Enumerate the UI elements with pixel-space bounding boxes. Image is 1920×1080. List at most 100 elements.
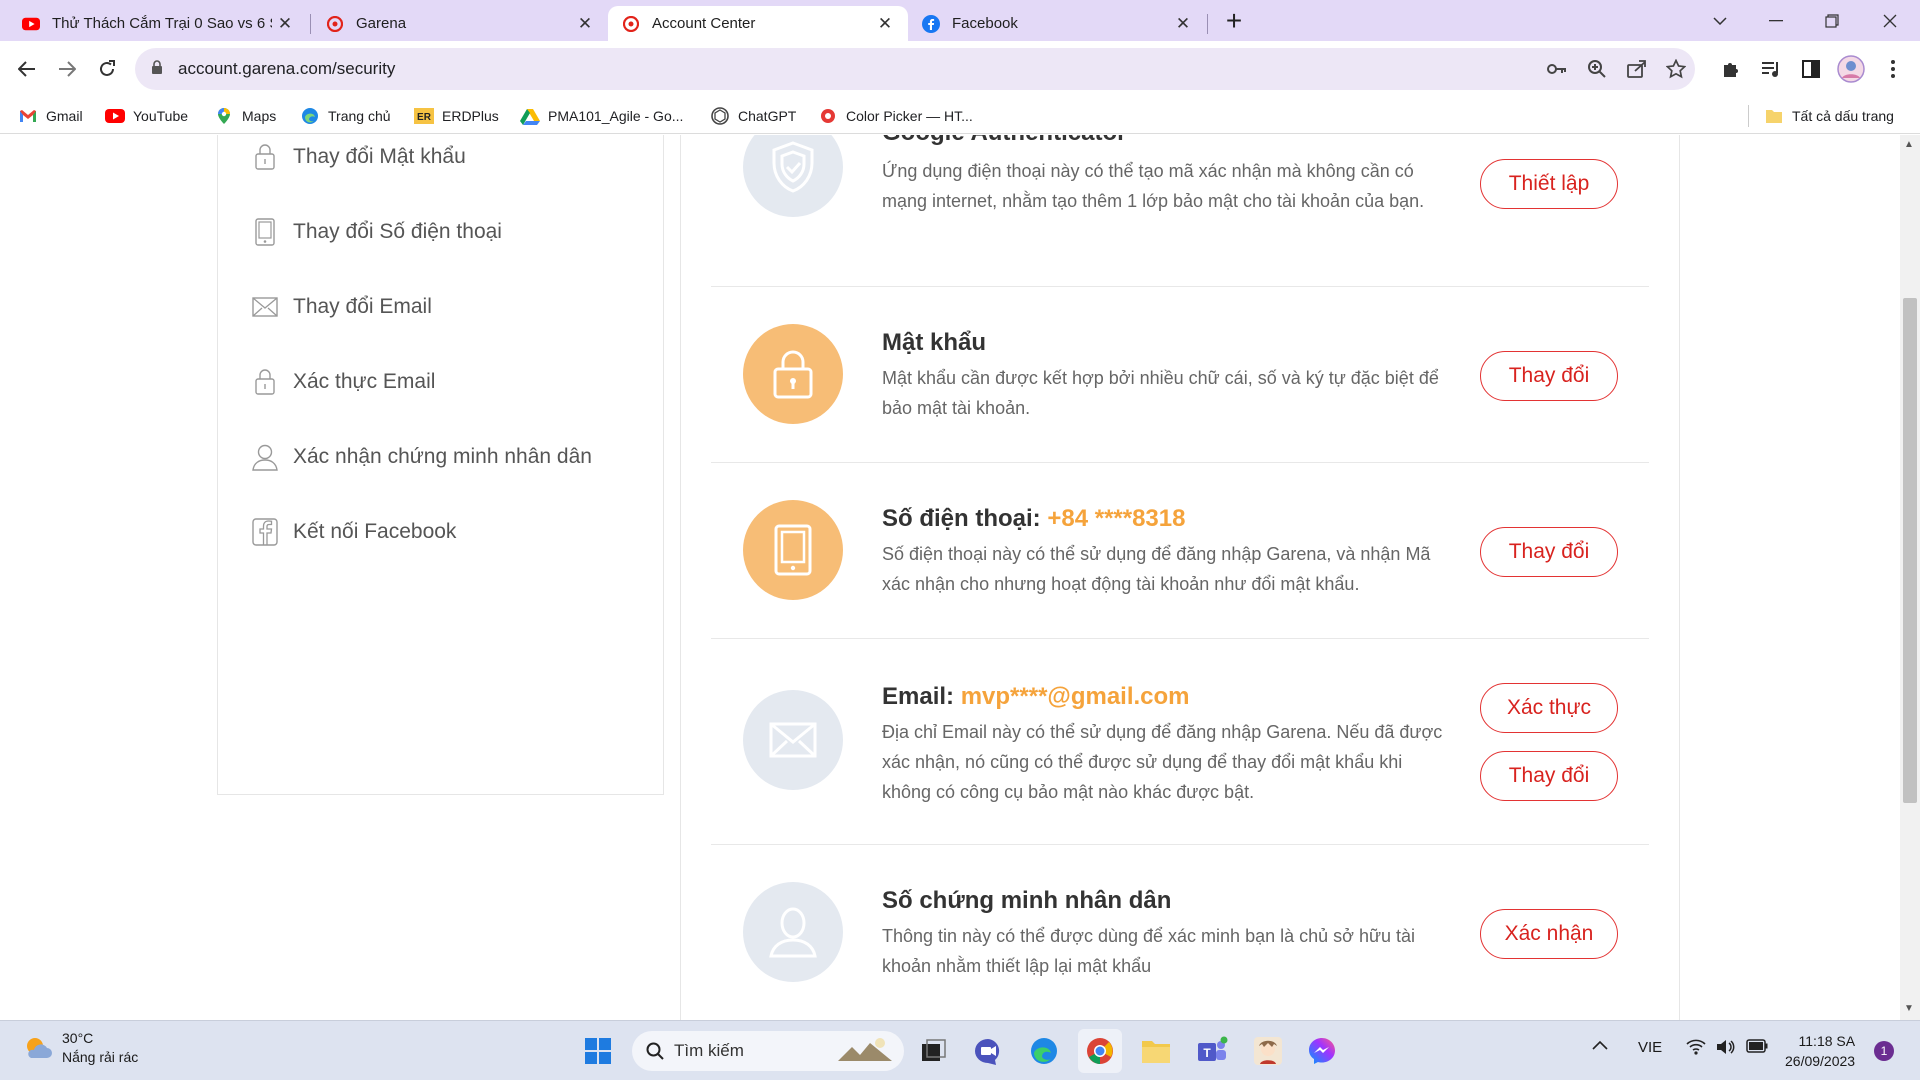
- chevron-down-icon: [1713, 16, 1727, 25]
- bookmark-label: Trang chủ: [328, 108, 391, 124]
- star-icon[interactable]: [1664, 57, 1688, 81]
- tab-youtube-video[interactable]: Thử Thách Cắm Trại 0 Sao vs 6 Sa ✕: [8, 6, 308, 41]
- bookmark-gmail[interactable]: Gmail: [18, 105, 83, 127]
- zoom-icon[interactable]: [1585, 57, 1609, 81]
- change-phone-button[interactable]: Thay đổi: [1480, 527, 1618, 577]
- bookmark-pma101[interactable]: PMA101_Agile - Go...: [520, 105, 683, 127]
- taskbar-app-chrome[interactable]: [1078, 1029, 1122, 1073]
- notification-badge[interactable]: 1: [1874, 1041, 1894, 1061]
- taskbar-app-game[interactable]: [1246, 1029, 1290, 1073]
- tab-title: Facebook: [952, 15, 1018, 32]
- row-divider: [711, 286, 1649, 287]
- change-email-button[interactable]: Thay đổi: [1480, 751, 1618, 801]
- taskbar-search[interactable]: Tìm kiếm: [632, 1031, 904, 1071]
- sidebar-item-connect-facebook[interactable]: Kết nối Facebook: [251, 512, 456, 552]
- drive-icon: [520, 107, 540, 125]
- bookmark-chatgpt[interactable]: ChatGPT: [710, 105, 796, 127]
- restore-button[interactable]: [1804, 0, 1860, 41]
- minimize-button[interactable]: [1748, 0, 1804, 41]
- colorpicker-icon: [818, 107, 838, 125]
- puzzle-icon: [1724, 63, 1738, 77]
- sidebar-item-verify-email[interactable]: Xác thực Email: [251, 362, 435, 402]
- row-divider: [711, 462, 1649, 463]
- chrome-menu-button[interactable]: [1875, 51, 1911, 87]
- restore-icon: [1825, 13, 1839, 28]
- show-hidden-icons-button[interactable]: [1592, 1037, 1608, 1054]
- tab-search-button[interactable]: [1692, 0, 1748, 41]
- profile-avatar[interactable]: [1833, 51, 1869, 87]
- taskbar-app-teams[interactable]: T: [1190, 1029, 1234, 1073]
- page-scrollbar[interactable]: ▲ ▼: [1900, 135, 1920, 1020]
- forward-button[interactable]: [49, 51, 85, 87]
- reload-button[interactable]: [89, 51, 125, 87]
- system-clock[interactable]: 11:18 SA 26/09/2023: [1785, 1031, 1855, 1071]
- person-icon: [769, 907, 817, 958]
- volume-icon[interactable]: [1716, 1039, 1736, 1059]
- taskbar-app-messenger[interactable]: [1300, 1029, 1344, 1073]
- sidebar-item-label: Xác nhận chứng minh nhân dân: [293, 445, 592, 468]
- close-icon: [1883, 14, 1897, 27]
- sidebar-item-change-password[interactable]: Thay đổi Mật khẩu: [251, 137, 466, 177]
- bookmark-divider-area: [1748, 105, 1749, 127]
- chevron-up-icon: [1592, 1040, 1608, 1050]
- back-button[interactable]: [9, 51, 45, 87]
- weather-sun-cloud-icon: [27, 1038, 52, 1058]
- bookmark-erdplus[interactable]: ER ERDPlus: [414, 105, 499, 127]
- verify-email-button[interactable]: Xác thực: [1480, 683, 1618, 733]
- taskbar-app-chat[interactable]: [966, 1029, 1010, 1073]
- tab-title: Thử Thách Cắm Trại 0 Sao vs 6 Sa: [52, 15, 272, 32]
- tab-facebook[interactable]: Facebook ✕: [908, 6, 1206, 41]
- extensions-button[interactable]: [1713, 51, 1749, 87]
- close-icon[interactable]: ✕: [1170, 14, 1196, 34]
- chrome-icon: [1087, 1038, 1113, 1064]
- bookmark-label: ERDPlus: [442, 108, 499, 124]
- confirm-id-card-button[interactable]: Xác nhận: [1480, 909, 1618, 959]
- taskbar-app-edge[interactable]: [1022, 1029, 1066, 1073]
- tab-garena[interactable]: Garena ✕: [312, 6, 608, 41]
- phone-title: Số điện thoại: +84 ****8318: [882, 505, 1185, 533]
- bookmark-color-picker[interactable]: Color Picker — HT...: [818, 105, 973, 127]
- bookmarks-bar: Gmail YouTube Maps Trang chủ ER ERDPlus …: [0, 99, 1920, 134]
- scroll-down-arrow-icon[interactable]: ▼: [1904, 1003, 1914, 1014]
- all-bookmarks-folder[interactable]: Tất cả dấu trang: [1764, 105, 1894, 127]
- clock-date: 26/09/2023: [1785, 1053, 1856, 1069]
- erdplus-icon: ER: [414, 107, 434, 125]
- sidebar-item-change-phone[interactable]: Thay đổi Số điện thoại: [251, 212, 502, 252]
- phone-icon: [774, 524, 812, 576]
- bookmark-youtube[interactable]: YouTube: [105, 105, 188, 127]
- tab-account-center[interactable]: Account Center ✕: [608, 6, 908, 41]
- folder-icon: [1142, 1041, 1170, 1063]
- task-view-button[interactable]: [912, 1029, 956, 1073]
- edge-icon: [1031, 1038, 1057, 1064]
- side-panel-button[interactable]: [1793, 51, 1829, 87]
- taskbar-app-file-explorer[interactable]: [1134, 1029, 1178, 1073]
- bookmark-label: Maps: [242, 108, 277, 124]
- weather-widget[interactable]: 30°C Nắng rải rác: [22, 1029, 138, 1067]
- share-icon[interactable]: [1625, 57, 1649, 81]
- phone-icon-circle: [743, 500, 843, 600]
- language-indicator[interactable]: VIE: [1638, 1039, 1662, 1056]
- battery-icon[interactable]: [1746, 1039, 1768, 1057]
- change-password-button[interactable]: Thay đổi: [1480, 351, 1618, 401]
- wifi-icon[interactable]: [1686, 1039, 1706, 1059]
- bookmark-trang-chu[interactable]: Trang chủ: [300, 105, 391, 127]
- sidebar-item-id-card[interactable]: Xác nhận chứng minh nhân dân: [251, 437, 592, 477]
- new-tab-button[interactable]: +: [1218, 6, 1250, 38]
- close-window-button[interactable]: [1862, 0, 1918, 41]
- close-icon[interactable]: ✕: [272, 14, 298, 34]
- sidebar-item-change-email[interactable]: Thay đổi Email: [251, 287, 432, 327]
- start-button[interactable]: [576, 1029, 620, 1073]
- setup-authenticator-button[interactable]: Thiết lập: [1480, 159, 1618, 209]
- close-icon[interactable]: ✕: [872, 14, 898, 34]
- bookmark-label: PMA101_Agile - Go...: [548, 108, 684, 124]
- garena-icon: [326, 15, 344, 33]
- bookmark-maps[interactable]: Maps: [214, 105, 276, 127]
- key-icon[interactable]: [1545, 57, 1569, 81]
- scroll-up-arrow-icon[interactable]: ▲: [1904, 139, 1914, 150]
- password-icon-circle: [743, 324, 843, 424]
- password-title: Mật khẩu: [882, 329, 987, 356]
- address-bar[interactable]: account.garena.com/security: [135, 48, 1695, 90]
- scrollbar-thumb[interactable]: [1903, 298, 1917, 803]
- media-control-button[interactable]: [1753, 51, 1789, 87]
- close-icon[interactable]: ✕: [572, 14, 598, 34]
